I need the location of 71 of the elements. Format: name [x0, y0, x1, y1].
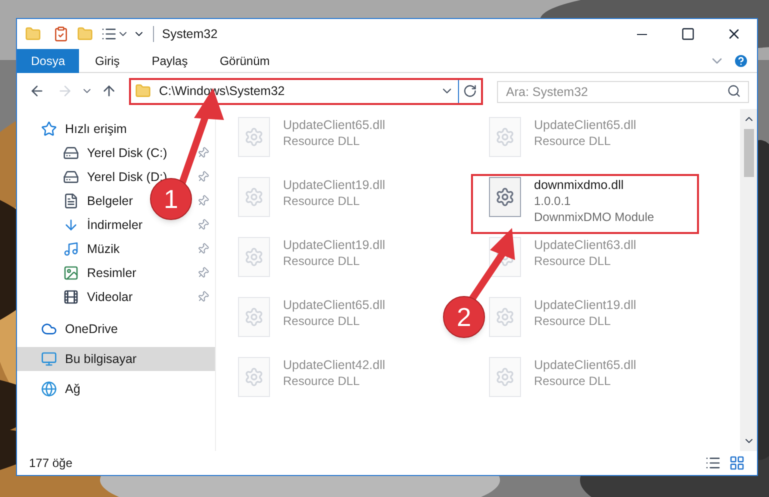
file-detail: Resource DLL	[283, 133, 361, 149]
back-icon[interactable]	[29, 83, 45, 99]
file-detail: Resource DLL	[534, 313, 612, 329]
file-item[interactable]: downmixdmo.dll 1.0.0.1 DownmixDMO Module	[489, 177, 654, 225]
dll-file-icon	[238, 297, 270, 337]
file-detail: Resource DLL	[283, 373, 361, 389]
drive-icon	[63, 169, 79, 185]
file-name: UpdateClient19.dll	[283, 237, 386, 253]
file-detail: Resource DLL	[534, 133, 612, 149]
file-name: UpdateClient63.dll	[534, 237, 636, 253]
globe-icon	[41, 381, 57, 397]
ribbon-tab[interactable]: Paylaş	[136, 48, 204, 72]
dll-file-icon	[238, 117, 270, 157]
star-icon	[41, 121, 57, 137]
sidebar-item[interactable]: Resimler	[63, 264, 136, 282]
file-detail: Resource DLL	[534, 253, 612, 269]
document-icon	[63, 193, 79, 209]
sidebar-item[interactable]: Ağ	[41, 380, 80, 398]
dll-file-icon	[489, 357, 521, 397]
file-name: UpdateClient65.dll	[283, 117, 386, 133]
ribbon-tab[interactable]: Dosya	[17, 48, 80, 72]
sidebar-item[interactable]: Hızlı erişim	[41, 120, 127, 138]
refresh-icon[interactable]	[463, 84, 477, 98]
dll-file-icon	[489, 117, 521, 157]
file-name: UpdateClient19.dll	[534, 297, 636, 313]
file-detail: 1.0.0.1	[534, 193, 572, 209]
checklist-icon[interactable]	[53, 26, 69, 42]
monitor-icon	[41, 351, 57, 367]
file-detail: Resource DLL	[283, 193, 361, 209]
folder-icon	[135, 83, 151, 99]
drive-icon	[63, 145, 79, 161]
scrollbar[interactable]	[740, 109, 757, 451]
file-detail: Resource DLL	[534, 373, 612, 389]
sidebar-item[interactable]: Bu bilgisayar	[41, 350, 137, 368]
film-icon	[63, 289, 79, 305]
properties-icon[interactable]	[101, 26, 117, 42]
file-detail: DownmixDMO Module	[534, 209, 654, 225]
sidebar-item[interactable]: Yerel Disk (C:)	[63, 144, 168, 162]
item-count: 177 öğe	[29, 455, 72, 472]
sidebar-item[interactable]: OneDrive	[41, 320, 118, 338]
file-name: UpdateClient42.dll	[283, 357, 386, 373]
dll-file-icon	[238, 237, 270, 277]
search-field[interactable]: Ara: System32	[497, 81, 749, 103]
sidebar-item[interactable]: İndirmeler	[63, 216, 143, 234]
scroll-thumb[interactable]	[744, 129, 754, 177]
file-detail: Resource DLL	[283, 253, 361, 269]
sidebar-item[interactable]: Videolar	[63, 288, 133, 306]
dll-file-icon	[238, 357, 270, 397]
dll-file-icon	[489, 177, 521, 217]
file-name: UpdateClient65.dll	[534, 117, 636, 133]
search-icon[interactable]	[727, 84, 741, 98]
details-view-icon[interactable]	[705, 455, 721, 471]
window-title: System32	[162, 26, 218, 43]
sidebar-item[interactable]: Müzik	[63, 240, 120, 258]
maximize-icon	[681, 27, 695, 41]
dll-file-icon	[238, 177, 270, 217]
ribbon-tab[interactable]: Giriş	[79, 48, 136, 72]
cloud-icon	[41, 321, 57, 337]
help-icon[interactable]	[733, 52, 749, 68]
sidebar-item[interactable]: Belgeler	[63, 192, 133, 210]
file-name: UpdateClient19.dll	[283, 177, 386, 193]
file-name: UpdateClient65.dll	[534, 357, 636, 373]
file-name: UpdateClient65.dll	[283, 297, 386, 313]
up-icon[interactable]	[101, 83, 117, 99]
large-icons-view-icon[interactable]	[729, 455, 745, 471]
file-detail: Resource DLL	[283, 313, 361, 329]
music-note-icon	[63, 241, 79, 257]
dll-file-icon	[489, 297, 521, 337]
picture-icon	[63, 265, 79, 281]
ribbon-tab[interactable]: Görünüm	[204, 48, 286, 72]
file-name: downmixdmo.dll	[534, 177, 625, 193]
